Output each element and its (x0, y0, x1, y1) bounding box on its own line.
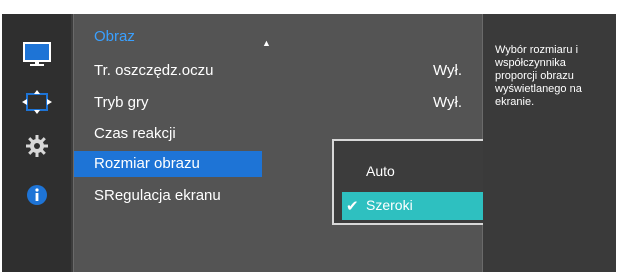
menu-item-value: Wył. (432, 62, 462, 79)
menu-item-game-mode[interactable]: Tryb gry Wył. (74, 90, 482, 116)
menu-item-eye-saver[interactable]: Tr. oszczędz.oczu Wył. (74, 58, 482, 84)
help-panel: Wybór rozmiaru i współczynnika proporcji… (483, 14, 616, 272)
picture-menu: Obraz ▲ Tr. oszczędz.oczu Wył. Tryb gry … (73, 14, 544, 272)
menu-item-label: Rozmiar obrazu (94, 155, 200, 172)
resize-arrows-icon[interactable] (2, 90, 71, 120)
category-sidebar (2, 14, 71, 272)
osd-window: Obraz ▲ Tr. oszczędz.oczu Wył. Tryb gry … (2, 14, 616, 272)
menu-item-value: Wył. (432, 94, 462, 111)
info-icon[interactable] (2, 184, 71, 214)
help-text: Wybór rozmiaru i współczynnika proporcji… (495, 44, 582, 108)
scroll-up-icon[interactable]: ▲ (262, 38, 271, 48)
gear-icon[interactable] (2, 134, 71, 164)
menu-title: Obraz (94, 28, 135, 45)
menu-item-label: SRegulacja ekranu (94, 187, 221, 204)
menu-item-label: Tryb gry (94, 94, 149, 111)
menu-item-label: Tr. oszczędz.oczu (94, 62, 214, 79)
menu-item-label: Czas reakcji (94, 125, 176, 142)
menu-item-image-size[interactable]: Rozmiar obrazu (74, 151, 262, 177)
monitor-icon[interactable] (2, 42, 71, 72)
option-label: Auto (366, 163, 395, 179)
checkmark-icon: ✔ (346, 198, 359, 215)
option-label: Szeroki (366, 197, 413, 213)
